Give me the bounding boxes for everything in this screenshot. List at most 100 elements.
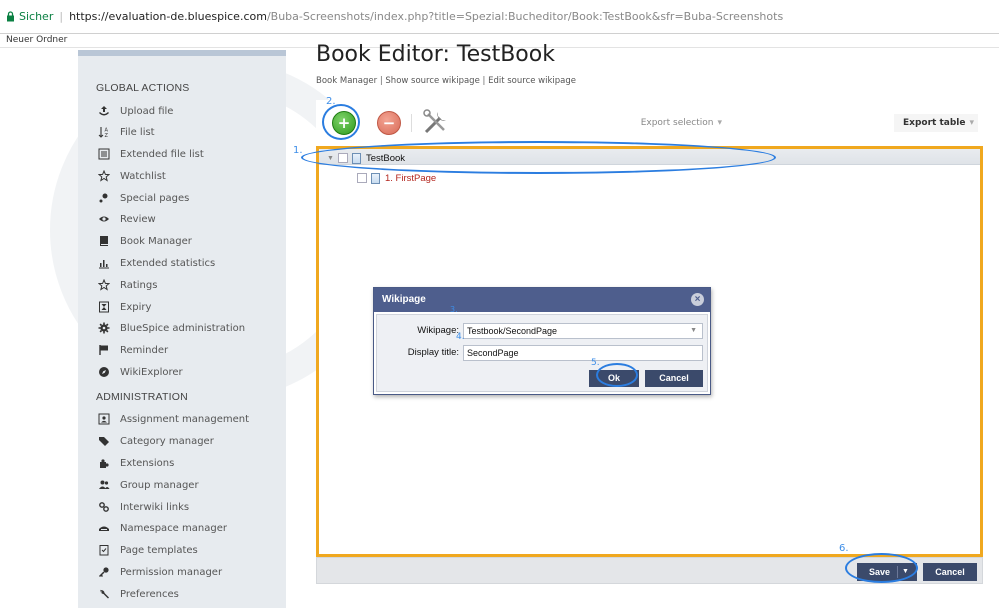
sidebar-item-page-templates[interactable]: Page templates	[98, 541, 198, 559]
namespace-icon	[99, 526, 109, 531]
page-links: Book Manager | Show source wikipage | Ed…	[316, 76, 577, 86]
sidebar-top-strip	[78, 50, 286, 56]
annotation-ellipse-5	[596, 363, 638, 387]
sidebar-item-assignment-management[interactable]: Assignment management	[98, 410, 249, 428]
url-host: https://evaluation-de.bluespice.com	[69, 10, 267, 23]
sidebar-item-extensions[interactable]: Extensions	[98, 454, 174, 472]
sidebar-item-wikiexplorer[interactable]: WikiExplorer	[98, 363, 183, 381]
dialog-title: Wikipage	[374, 288, 710, 312]
tag-icon	[99, 437, 109, 446]
sidebar-item-label: Ratings	[120, 279, 158, 291]
book-manager-link[interactable]: Book Manager	[316, 76, 377, 86]
sidebar-item-interwiki-links[interactable]: Interwiki links	[98, 498, 189, 516]
dialog-cancel-button[interactable]: Cancel	[645, 370, 703, 387]
sidebar-item-ratings[interactable]: Ratings	[98, 276, 157, 294]
sidebar-item-bluespice-administration[interactable]: BlueSpice administration	[98, 319, 245, 337]
annotation-number-5: 5.	[591, 358, 600, 368]
group-icon	[99, 480, 110, 489]
sidebar-item-label: Preferences	[120, 588, 179, 600]
tree-node-child[interactable]: 1. FirstPage	[357, 171, 436, 185]
screenshot-root: Sicher | https://evaluation-de.bluespice.c…	[0, 0, 999, 608]
browser-address-bar[interactable]: Sicher | https://evaluation-de.bluespice.c…	[0, 0, 999, 34]
sidebar-item-label: Namespace manager	[120, 522, 227, 534]
export-table-label: Export table	[903, 118, 966, 128]
sidebar-item-label: Assignment management	[120, 413, 250, 425]
book-editor-toolbar: + − Export selection ▾ Export table ▾	[316, 100, 984, 146]
sidebar-item-review[interactable]: Review	[98, 210, 156, 228]
puzzle-icon	[100, 459, 109, 468]
wikipage-combobox[interactable]: Testbook/SecondPage ▼	[463, 323, 703, 339]
toolbar-divider	[411, 114, 412, 132]
sidebar-item-label: Reminder	[120, 344, 169, 356]
annotation-number-1: 1.	[293, 145, 303, 156]
page-icon	[371, 172, 380, 184]
global-actions-heading: GLOBAL ACTIONS	[96, 82, 190, 94]
sidebar-item-category-manager[interactable]: Category manager	[98, 432, 214, 450]
page-title: Book Editor: TestBook	[316, 42, 555, 67]
sidebar-item-extended-file-list[interactable]: Extended file list	[98, 145, 204, 163]
sidebar-item-upload-file[interactable]: Upload file	[98, 102, 173, 120]
administration-heading: ADMINISTRATION	[96, 391, 188, 403]
chart-icon	[99, 260, 109, 269]
sidebar-item-label: BlueSpice administration	[120, 322, 246, 334]
annotation-ellipse-2	[322, 104, 360, 140]
secure-label: Sicher	[19, 10, 54, 23]
sidebar-item-watchlist[interactable]: Watchlist	[98, 167, 166, 185]
export-table-dropdown[interactable]: Export table ▾	[894, 114, 978, 132]
sidebar-item-namespace-manager[interactable]: Namespace manager	[98, 519, 227, 537]
sidebar-item-special-pages[interactable]: Special pages	[98, 189, 189, 207]
close-icon[interactable]: ×	[691, 293, 704, 306]
bookmark-folder[interactable]: Neuer Ordner	[6, 35, 67, 45]
edit-source-link[interactable]: Edit source wikipage	[488, 76, 576, 86]
sidebar-item-group-manager[interactable]: Group manager	[98, 476, 199, 494]
export-selection-dropdown[interactable]: Export selection ▾	[626, 114, 726, 132]
child-checkbox[interactable]	[357, 173, 367, 183]
display-title-input[interactable]: SecondPage	[463, 345, 703, 361]
sidebar-item-label: Review	[120, 213, 156, 225]
sidebar-item-permission-manager[interactable]: Permission manager	[98, 563, 222, 581]
sidebar: GLOBAL ACTIONS Upload file AZ File list …	[78, 50, 286, 608]
key-icon	[98, 567, 109, 578]
dialog-body: Wikipage: Testbook/SecondPage ▼ Display …	[376, 314, 708, 392]
sidebar-item-file-list[interactable]: AZ File list	[98, 123, 155, 141]
flag-icon	[99, 345, 108, 355]
annotation-number-4: 4.	[456, 332, 465, 342]
sidebar-item-label: Group manager	[120, 479, 199, 491]
compass-icon	[99, 367, 109, 377]
sidebar-item-extended-statistics[interactable]: Extended statistics	[98, 254, 215, 272]
book-icon	[100, 236, 108, 246]
wikipage-label: Wikipage:	[417, 325, 459, 336]
sidebar-item-label: Upload file	[120, 105, 174, 117]
child-label: 1. FirstPage	[385, 172, 437, 184]
sidebar-item-label: Interwiki links	[120, 501, 190, 513]
gear-icon	[98, 322, 110, 334]
sidebar-item-label: Category manager	[120, 435, 214, 447]
show-source-link[interactable]: Show source wikipage	[385, 76, 479, 86]
address-separator: |	[59, 10, 64, 23]
address-text[interactable]: Sicher | https://evaluation-de.bluespice.c…	[6, 10, 783, 23]
sidebar-item-book-manager[interactable]: Book Manager	[98, 232, 192, 250]
annotation-number-3: 3.	[450, 305, 458, 314]
sidebar-item-expiry[interactable]: Expiry	[98, 298, 151, 316]
display-title-value: SecondPage	[467, 348, 519, 358]
wikipage-dialog: Wikipage × Wikipage: Testbook/SecondPage…	[373, 287, 711, 395]
wrench-icon	[100, 589, 109, 599]
sidebar-item-label: Permission manager	[120, 566, 223, 578]
list-box-icon	[98, 148, 110, 160]
lock-icon	[7, 11, 14, 22]
sidebar-item-label: File list	[120, 126, 155, 138]
annotation-ellipse-1	[301, 141, 776, 174]
sidebar-item-reminder[interactable]: Reminder	[98, 341, 168, 359]
sidebar-item-label: Special pages	[120, 192, 190, 204]
star-icon	[98, 279, 110, 291]
cancel-button[interactable]: Cancel	[923, 563, 977, 581]
tools-icon[interactable]	[420, 106, 452, 138]
wikipage-value: Testbook/SecondPage	[467, 326, 558, 336]
remove-page-button[interactable]: −	[377, 111, 401, 135]
sidebar-item-preferences[interactable]: Preferences	[98, 585, 179, 603]
svg-text:Z: Z	[105, 133, 109, 138]
sort-icon: AZ	[98, 127, 109, 138]
chevron-down-icon: ▾	[969, 118, 974, 128]
chevron-down-icon[interactable]: ▼	[690, 324, 697, 338]
special-icon	[99, 193, 108, 203]
